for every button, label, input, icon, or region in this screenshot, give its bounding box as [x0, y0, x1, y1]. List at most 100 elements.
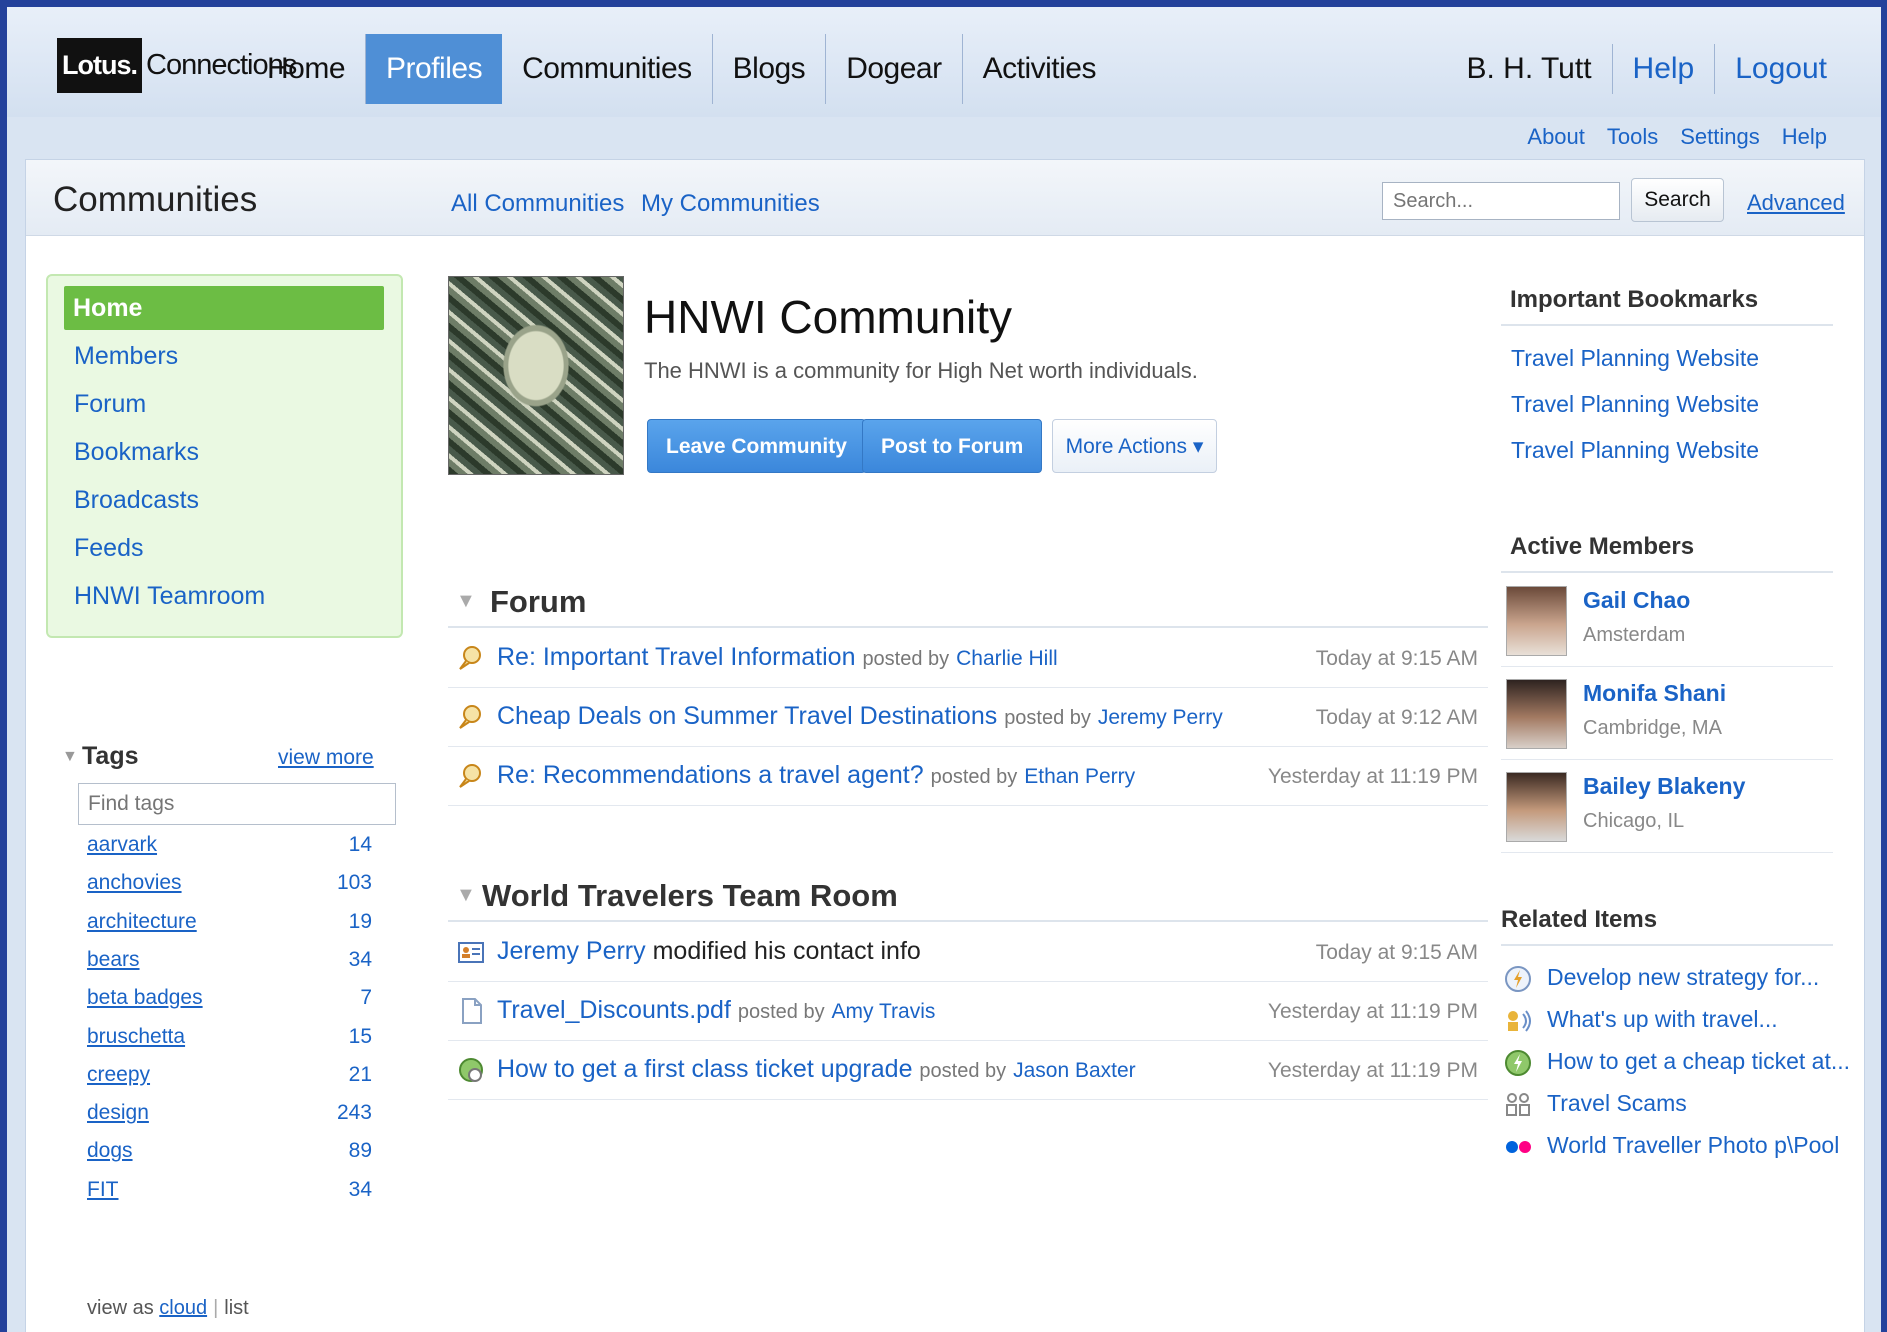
posted-by-label: posted by	[862, 648, 950, 670]
collapse-triangle-icon[interactable]: ▼	[456, 590, 476, 613]
related-item[interactable]: What's up with travel...	[1501, 1002, 1841, 1042]
collapse-triangle-icon[interactable]: ▼	[62, 748, 78, 766]
tab-blogs[interactable]: Blogs	[713, 34, 827, 104]
tag-link[interactable]: FIT	[87, 1178, 119, 1202]
related-item[interactable]: Travel Scams	[1501, 1086, 1841, 1126]
author-link[interactable]: Amy Travis	[832, 1000, 936, 1023]
logout-link[interactable]: Logout	[1714, 44, 1847, 94]
tag-count: 103	[336, 871, 372, 895]
nav-forum[interactable]: Forum	[74, 390, 146, 419]
nav-bookmarks[interactable]: Bookmarks	[74, 438, 199, 467]
my-communities-link[interactable]: My Communities	[641, 190, 820, 218]
collapse-triangle-icon[interactable]: ▼	[456, 884, 476, 907]
tag-link[interactable]: anchovies	[87, 871, 182, 895]
tab-activities[interactable]: Activities	[963, 34, 1116, 104]
tab-communities[interactable]: Communities	[502, 34, 713, 104]
activity-link[interactable]: Cheap Deals on Summer Travel Destination…	[497, 702, 997, 730]
tags-header: ▼ Tags view more	[62, 742, 402, 776]
tag-count: 89	[348, 1139, 372, 1163]
nav-hnwi-teamroom[interactable]: HNWI Teamroom	[74, 582, 265, 611]
author-link[interactable]: Charlie Hill	[956, 647, 1058, 670]
related-item[interactable]: Develop new strategy for...	[1501, 960, 1841, 1000]
all-communities-link[interactable]: All Communities	[451, 190, 624, 218]
tag-link[interactable]: architecture	[87, 910, 197, 934]
bookmark-link[interactable]: Travel Planning Website	[1511, 345, 1759, 372]
activity-link[interactable]: Re: Recommendations a travel agent?	[497, 761, 924, 789]
tag-link[interactable]: aarvark	[87, 833, 157, 857]
tag-count: 14	[348, 833, 372, 856]
about-link[interactable]: About	[1527, 124, 1585, 150]
related-item-link[interactable]: Develop new strategy for...	[1547, 964, 1819, 991]
view-cloud-link[interactable]: cloud	[159, 1297, 207, 1319]
user-name[interactable]: B. H. Tutt	[1446, 44, 1611, 94]
nav-members[interactable]: Members	[74, 342, 178, 371]
forum-post-icon	[457, 703, 485, 731]
activity-link[interactable]: Jeremy Perry	[497, 937, 646, 965]
bookmark-link[interactable]: Travel Planning Website	[1511, 437, 1759, 464]
flickr-icon	[1503, 1132, 1533, 1162]
activity-text: Re: Important Travel Information posted …	[497, 643, 1058, 672]
member-name-link[interactable]: Gail Chao	[1583, 587, 1690, 614]
avatar[interactable]	[1506, 772, 1567, 842]
related-item[interactable]: How to get a cheap ticket at...	[1501, 1044, 1850, 1084]
activity-row: Jeremy Perry modified his contact info To…	[448, 924, 1488, 982]
tab-profiles[interactable]: Profiles	[366, 34, 503, 104]
tag-link[interactable]: creepy	[87, 1063, 150, 1087]
author-link[interactable]: Jason Baxter	[1013, 1059, 1136, 1082]
timestamp: Yesterday at 11:19 PM	[1267, 1059, 1478, 1082]
tag-link[interactable]: beta badges	[87, 986, 203, 1010]
tag-link[interactable]: bruschetta	[87, 1025, 185, 1049]
activity-row: Travel_Discounts.pdf posted by Amy Travi…	[448, 983, 1488, 1041]
leave-community-button[interactable]: Leave Community	[647, 419, 866, 473]
tag-link[interactable]: bears	[87, 948, 140, 972]
author-link[interactable]: Ethan Perry	[1024, 765, 1135, 788]
tag-row: creepy 21	[87, 1063, 372, 1093]
member-name-link[interactable]: Monifa Shani	[1583, 680, 1726, 707]
member-name-link[interactable]: Bailey Blakeny	[1583, 773, 1745, 800]
help-sublink[interactable]: Help	[1782, 124, 1827, 150]
bookmark-link[interactable]: Travel Planning Website	[1511, 391, 1759, 418]
tab-home[interactable]: Home	[247, 34, 367, 104]
tab-dogear[interactable]: Dogear	[826, 34, 963, 104]
author-link[interactable]: Jeremy Perry	[1098, 706, 1223, 729]
activity-link[interactable]: Travel_Discounts.pdf	[497, 996, 731, 1024]
bookmarks-header: Important Bookmarks	[1501, 282, 1833, 326]
avatar[interactable]	[1506, 679, 1567, 749]
forum-section-header: ▼ Forum	[448, 578, 1488, 628]
tag-link[interactable]: dogs	[87, 1139, 133, 1163]
nav-home[interactable]: Home	[64, 286, 384, 330]
search-button[interactable]: Search	[1631, 178, 1724, 222]
tag-count: 19	[348, 909, 372, 933]
avatar[interactable]	[1506, 586, 1567, 656]
related-item-link[interactable]: How to get a cheap ticket at...	[1547, 1048, 1850, 1075]
related-item-link[interactable]: What's up with travel...	[1547, 1006, 1778, 1033]
tools-link[interactable]: Tools	[1607, 124, 1658, 150]
tag-link[interactable]: design	[87, 1101, 149, 1125]
post-to-forum-button[interactable]: Post to Forum	[862, 419, 1043, 473]
advanced-search-link[interactable]: Advanced	[1747, 190, 1845, 216]
find-tags-input[interactable]	[78, 783, 396, 825]
nav-feeds[interactable]: Feeds	[74, 534, 143, 563]
nav-broadcasts[interactable]: Broadcasts	[74, 486, 199, 515]
activity-description: modified his contact info	[652, 937, 921, 965]
contact-card-icon	[457, 938, 485, 966]
tags-view-more-link[interactable]: view more	[278, 746, 374, 770]
teamroom-title: World Travelers Team Room	[482, 878, 898, 913]
help-link[interactable]: Help	[1611, 44, 1715, 94]
active-members-header: Active Members	[1501, 529, 1833, 573]
timestamp: Yesterday at 11:19 PM	[1267, 765, 1478, 788]
forum-people-icon	[1503, 1006, 1533, 1036]
active-members-title: Active Members	[1510, 533, 1695, 560]
view-list-label[interactable]: list	[224, 1297, 248, 1319]
activity-link[interactable]: Re: Important Travel Information	[497, 643, 855, 671]
settings-link[interactable]: Settings	[1680, 124, 1760, 150]
community-title: HNWI Community	[644, 291, 1013, 343]
related-item-link[interactable]: World Traveller Photo p\Pool	[1547, 1132, 1839, 1159]
posted-by-label: posted by	[1004, 707, 1091, 729]
more-actions-button[interactable]: More Actions ▾	[1052, 419, 1217, 473]
logo-lotus: Lotus.	[57, 37, 142, 93]
activity-link[interactable]: How to get a first class ticket upgrade	[497, 1055, 912, 1083]
related-item[interactable]: World Traveller Photo p\Pool	[1501, 1128, 1841, 1168]
related-item-link[interactable]: Travel Scams	[1547, 1090, 1687, 1117]
search-input[interactable]	[1382, 182, 1620, 220]
